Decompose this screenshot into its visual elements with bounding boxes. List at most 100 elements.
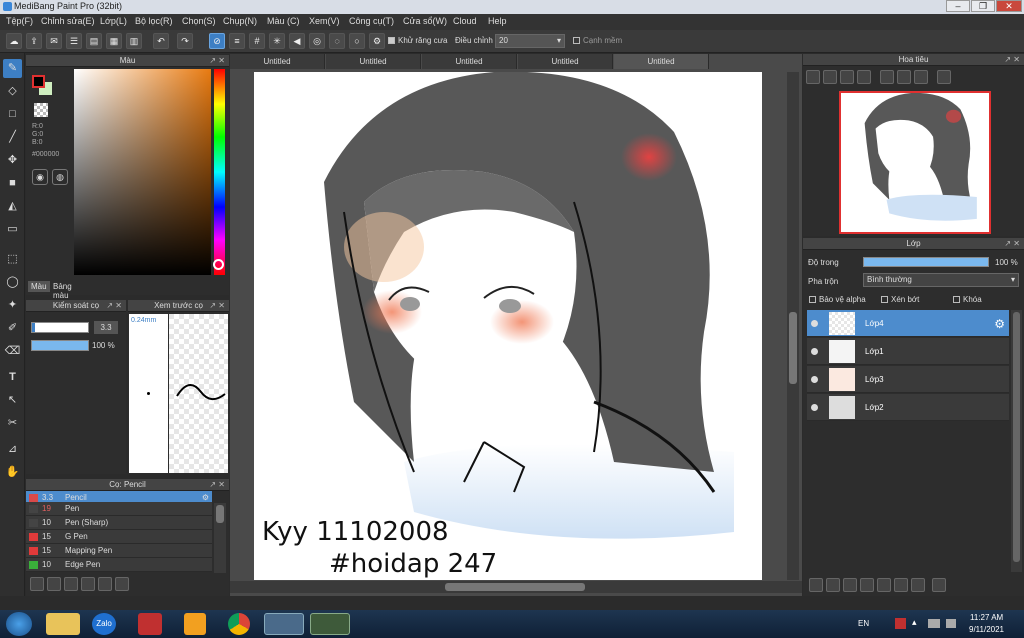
duplicate-icon[interactable]	[98, 577, 112, 591]
operation-tool-icon[interactable]: ↖	[3, 391, 22, 410]
snap-settings-icon[interactable]: ⚙	[369, 33, 385, 49]
eye-icon[interactable]	[811, 320, 818, 327]
menu-select[interactable]: Chọn(S)	[182, 16, 216, 26]
hue-slider[interactable]	[214, 69, 225, 275]
close-button[interactable]: ✕	[996, 0, 1022, 12]
dot-tool-icon[interactable]: □	[3, 105, 22, 124]
text-tool-icon[interactable]: T	[3, 368, 22, 387]
menu-tools[interactable]: Công cụ(T)	[349, 16, 394, 26]
eyedropper-icon[interactable]: ⊿	[3, 440, 22, 459]
menu-edit[interactable]: Chỉnh sửa(E)	[41, 16, 95, 26]
zoom-in-icon[interactable]	[806, 70, 820, 84]
chat-icon[interactable]: ☰	[66, 33, 82, 49]
gradient-tool-icon[interactable]: ▭	[3, 220, 22, 239]
volume-icon[interactable]	[946, 619, 956, 628]
minimize-button[interactable]: –	[946, 0, 970, 12]
palette-icon[interactable]: ◉	[32, 169, 48, 185]
brush-tool-icon[interactable]: ✎	[3, 59, 22, 78]
clock-time[interactable]: 11:27 AM	[970, 613, 1003, 622]
canvas-vertical-scrollbar[interactable]	[787, 72, 799, 580]
tab-untitled-3[interactable]: Untitled	[422, 54, 517, 69]
snap-ellipse-icon[interactable]: ○	[349, 33, 365, 49]
brush-list-scrollbar[interactable]	[214, 503, 226, 573]
snap-off-icon[interactable]: ⊘	[209, 33, 225, 49]
move-tool-icon[interactable]: ✥	[3, 151, 22, 170]
eye-icon[interactable]	[811, 348, 818, 355]
zalo-icon[interactable]: Zalo	[92, 613, 116, 635]
fit-icon[interactable]	[840, 70, 854, 84]
add-brush-menu-icon[interactable]	[47, 577, 61, 591]
menu-help[interactable]: Help	[488, 16, 507, 26]
select-pen-icon[interactable]: ✐	[3, 319, 22, 338]
menu-color[interactable]: Màu (C)	[267, 16, 300, 26]
app-icon-orange[interactable]	[184, 613, 206, 635]
select-tool-icon[interactable]: ⬚	[3, 250, 22, 269]
zoom-out-icon[interactable]	[857, 70, 871, 84]
snap-grid-icon[interactable]: #	[249, 33, 265, 49]
layer-row-4[interactable]: Lớp4 ⚙	[807, 310, 1009, 337]
layer-folder-icon[interactable]	[877, 578, 891, 592]
hue-handle[interactable]	[213, 259, 224, 270]
menu-cloud[interactable]: Cloud	[453, 16, 477, 26]
tab-untitled-4[interactable]: Untitled	[518, 54, 613, 69]
snap-circle-icon[interactable]: ◎	[309, 33, 325, 49]
delete-brush-icon[interactable]	[115, 577, 129, 591]
line-tool-icon[interactable]: ╱	[3, 128, 22, 147]
drawing-canvas[interactable]: Kyy 11102008 #hoidap 247	[254, 72, 762, 580]
select-eraser-icon[interactable]: ⌫	[3, 342, 22, 361]
brush-item-g-pen[interactable]: 15 G Pen	[26, 530, 212, 544]
blend-mode-dropdown[interactable]: Bình thường ▾	[863, 273, 1019, 287]
brush-opacity-slider[interactable]	[31, 340, 89, 351]
page-icon[interactable]: ▤	[86, 33, 102, 49]
clipping-checkbox[interactable]: Xén bớt	[881, 295, 919, 304]
flip-icon[interactable]	[937, 70, 951, 84]
lock-checkbox[interactable]: Khóa	[953, 295, 982, 304]
tab-untitled-5[interactable]: Untitled	[614, 54, 709, 69]
soften-edge-checkbox[interactable]: Cạnh mềm	[573, 36, 622, 45]
canvas-horizontal-scrollbar[interactable]	[230, 581, 802, 593]
chrome-icon[interactable]	[228, 613, 250, 635]
tab-untitled-2[interactable]: Untitled	[326, 54, 421, 69]
protect-alpha-checkbox[interactable]: Bảo vệ alpha	[809, 295, 866, 304]
delete-layer-icon[interactable]	[932, 578, 946, 592]
snap-perspective-icon[interactable]: ✳	[269, 33, 285, 49]
duplicate-layer-icon[interactable]	[894, 578, 908, 592]
grid-view-icon[interactable]: ▦	[106, 33, 122, 49]
brush-item-pen[interactable]: 19 Pen	[26, 502, 212, 516]
merge-layer-icon[interactable]	[911, 578, 925, 592]
gear-icon[interactable]: ⚙	[994, 317, 1005, 331]
brush-item-pen-sharp[interactable]: 10 Pen (Sharp)	[26, 516, 212, 530]
file-explorer-icon[interactable]	[46, 613, 80, 635]
brush-item-edge-pen[interactable]: 10 Edge Pen	[26, 558, 212, 572]
new-layer-icon[interactable]	[809, 578, 823, 592]
divide-tool-icon[interactable]: ✂	[3, 414, 22, 433]
snap-curve-icon[interactable]: ◌	[329, 33, 345, 49]
menu-view[interactable]: Xem(V)	[309, 16, 340, 26]
magic-wand-icon[interactable]: ✦	[3, 296, 22, 315]
bucket-tool-icon[interactable]: ◭	[3, 197, 22, 216]
maximize-button[interactable]: ❐	[971, 0, 995, 12]
zoom-in-small-icon[interactable]	[823, 70, 837, 84]
rotate-reset-icon[interactable]	[897, 70, 911, 84]
brush-size-value[interactable]: 3.3	[94, 321, 118, 334]
antialias-checkbox[interactable]: Khử răng cưa	[388, 36, 447, 45]
clock-date[interactable]: 9/11/2021	[969, 625, 1004, 634]
menu-filter[interactable]: Bộ lọc(R)	[135, 16, 173, 26]
language-indicator[interactable]: EN	[858, 619, 869, 628]
brush-item-mapping-pen[interactable]: 15 Mapping Pen	[26, 544, 212, 558]
menu-file[interactable]: Tệp(F)	[6, 16, 33, 26]
foreground-color-swatch[interactable]	[32, 75, 45, 88]
snap-vanish-icon[interactable]: ◀	[289, 33, 305, 49]
list-view-icon[interactable]: ▥	[126, 33, 142, 49]
new-halftone-layer-icon[interactable]	[826, 578, 840, 592]
medibang-taskbar-icon[interactable]	[264, 613, 304, 635]
brush-settings-icon[interactable]	[64, 577, 78, 591]
layer-row-3[interactable]: Lớp3	[807, 366, 1009, 393]
snap-parallel-icon[interactable]: ≡	[229, 33, 245, 49]
rotate-right-icon[interactable]	[914, 70, 928, 84]
eraser-tool-icon[interactable]: ◇	[3, 82, 22, 101]
tab-palette[interactable]: Bảng màu	[50, 281, 75, 301]
undo-icon[interactable]: ↶	[153, 33, 169, 49]
tab-color[interactable]: Màu	[28, 281, 50, 292]
eye-icon[interactable]	[811, 404, 818, 411]
